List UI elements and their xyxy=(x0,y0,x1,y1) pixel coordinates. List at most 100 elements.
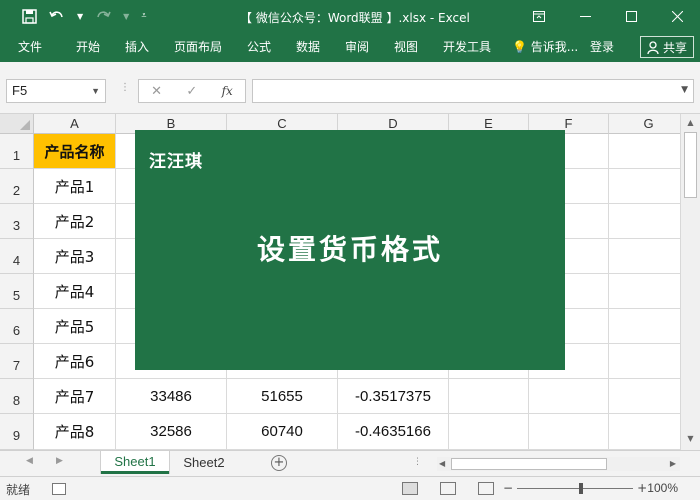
cell-f8[interactable] xyxy=(529,379,609,414)
cell-d8[interactable]: -0.3517375 xyxy=(338,379,449,414)
formula-input[interactable]: ▼ xyxy=(252,79,694,103)
zoom-knob[interactable] xyxy=(579,482,584,494)
close-icon[interactable] xyxy=(654,0,700,32)
tab-page-layout[interactable]: 页面布局 xyxy=(174,32,222,62)
row-header-8[interactable]: 8 xyxy=(0,379,34,414)
scroll-right-icon[interactable]: ▶ xyxy=(670,457,676,471)
tab-review[interactable]: 审阅 xyxy=(345,32,369,62)
column-header-g[interactable]: G xyxy=(609,114,680,134)
row-header-4[interactable]: 4 xyxy=(0,239,34,274)
sheet-tab-bar: ◀ ▶ Sheet1 Sheet2 + ⋮ ◀ ▶ xyxy=(0,450,700,476)
cell-d9[interactable]: -0.4635166 xyxy=(338,414,449,450)
cell-g3[interactable] xyxy=(609,204,680,239)
tab-developer[interactable]: 开发工具 xyxy=(443,32,491,62)
column-header-a[interactable]: A xyxy=(34,114,116,134)
formula-bar-resize-handle[interactable]: ⋮ xyxy=(120,82,130,93)
scroll-down-icon[interactable]: ▼ xyxy=(681,432,700,446)
tutorial-overlay-card: 汪汪琪 设置货币格式 xyxy=(135,130,565,370)
sheet-tab-sheet2[interactable]: Sheet2 xyxy=(171,451,237,474)
row-header-2[interactable]: 2 xyxy=(0,169,34,204)
cell-e8[interactable] xyxy=(449,379,529,414)
minimize-icon[interactable] xyxy=(562,0,608,32)
status-ready: 就绪 xyxy=(6,483,31,497)
enter-check-icon[interactable]: ✓ xyxy=(186,84,197,99)
add-sheet-icon[interactable]: + xyxy=(271,455,287,471)
redo-dropdown-icon[interactable]: ▼ xyxy=(123,7,129,25)
tab-data[interactable]: 数据 xyxy=(296,32,320,62)
ribbon-tabs: 文件 开始 插入 页面布局 公式 数据 审阅 视图 开发工具 💡 告诉我... … xyxy=(0,32,700,62)
name-box[interactable]: F5 ▼ xyxy=(6,79,106,103)
row-header-5[interactable]: 5 xyxy=(0,274,34,309)
sheet-prev-icon[interactable]: ◀ xyxy=(26,456,33,466)
cell-g6[interactable] xyxy=(609,309,680,344)
vertical-scrollbar[interactable]: ▲ ▼ xyxy=(680,114,700,450)
signin-link[interactable]: 登录 xyxy=(590,32,614,62)
zoom-track[interactable] xyxy=(517,482,634,494)
row-header-1[interactable]: 1 xyxy=(0,134,34,169)
cell-b8[interactable]: 33486 xyxy=(116,379,227,414)
sheet-tab-sheet1[interactable]: Sheet1 xyxy=(101,451,169,474)
cell-a9[interactable]: 产品8 xyxy=(34,414,116,450)
cell-a6[interactable]: 产品5 xyxy=(34,309,116,344)
tell-me-search[interactable]: 💡 告诉我... xyxy=(512,32,578,62)
cell-b9[interactable]: 32586 xyxy=(116,414,227,450)
expand-formula-bar-icon[interactable]: ▼ xyxy=(681,85,688,95)
cell-g5[interactable] xyxy=(609,274,680,309)
sheet-next-icon[interactable]: ▶ xyxy=(56,456,63,466)
cell-g2[interactable] xyxy=(609,169,680,204)
horizontal-scrollbar[interactable]: ◀ ▶ xyxy=(437,457,680,471)
cell-c9[interactable]: 60740 xyxy=(227,414,338,450)
ribbon-display-options-icon[interactable] xyxy=(516,0,562,32)
tab-file[interactable]: 文件 xyxy=(18,32,42,62)
cell-a5[interactable]: 产品4 xyxy=(34,274,116,309)
cell-g4[interactable] xyxy=(609,239,680,274)
scroll-up-icon[interactable]: ▲ xyxy=(681,116,700,130)
undo-dropdown-icon[interactable]: ▼ xyxy=(77,7,83,25)
cell-a4[interactable]: 产品3 xyxy=(34,239,116,274)
zoom-slider[interactable]: − + xyxy=(503,481,647,495)
zoom-level[interactable]: 100% xyxy=(647,481,678,495)
row-header-7[interactable]: 7 xyxy=(0,344,34,379)
macro-record-icon[interactable] xyxy=(52,483,66,495)
row-header-9[interactable]: 9 xyxy=(0,414,34,450)
quick-access-toolbar: ▼ ▼ ⩡ xyxy=(22,7,146,25)
page-layout-view-icon[interactable] xyxy=(440,482,456,495)
cell-a7[interactable]: 产品6 xyxy=(34,344,116,379)
select-all-corner[interactable] xyxy=(0,114,34,134)
name-box-dropdown-icon[interactable]: ▼ xyxy=(91,80,100,102)
customize-quick-access-icon[interactable]: ⩡ xyxy=(141,7,146,25)
restore-icon[interactable] xyxy=(608,0,654,32)
cell-a8[interactable]: 产品7 xyxy=(34,379,116,414)
tab-split-handle-icon[interactable]: ⋮ xyxy=(413,457,422,467)
share-button[interactable]: 共享 xyxy=(639,36,694,58)
insert-function-button[interactable]: fx xyxy=(222,84,233,98)
cell-a1[interactable]: 产品名称 xyxy=(34,134,116,169)
cell-g8[interactable] xyxy=(609,379,680,414)
zoom-in-icon[interactable]: + xyxy=(637,481,647,495)
cell-f9[interactable] xyxy=(529,414,609,450)
cell-c8[interactable]: 51655 xyxy=(227,379,338,414)
row-header-6[interactable]: 6 xyxy=(0,309,34,344)
vertical-scroll-thumb[interactable] xyxy=(684,132,697,198)
tab-view[interactable]: 视图 xyxy=(394,32,418,62)
cancel-icon[interactable]: ✕ xyxy=(151,84,162,99)
cell-a2[interactable]: 产品1 xyxy=(34,169,116,204)
person-icon xyxy=(647,40,659,54)
scroll-left-icon[interactable]: ◀ xyxy=(439,457,445,471)
tab-insert[interactable]: 插入 xyxy=(125,32,149,62)
horizontal-scroll-thumb[interactable] xyxy=(451,458,607,470)
row-header-3[interactable]: 3 xyxy=(0,204,34,239)
page-break-preview-icon[interactable] xyxy=(478,482,494,495)
tab-home[interactable]: 开始 xyxy=(76,32,100,62)
cell-g9[interactable] xyxy=(609,414,680,450)
undo-icon[interactable] xyxy=(49,7,65,25)
zoom-out-icon[interactable]: − xyxy=(503,481,513,495)
normal-view-icon[interactable] xyxy=(402,482,418,495)
redo-icon[interactable] xyxy=(95,7,111,25)
save-icon[interactable] xyxy=(22,7,37,25)
cell-e9[interactable] xyxy=(449,414,529,450)
cell-a3[interactable]: 产品2 xyxy=(34,204,116,239)
cell-g1[interactable] xyxy=(609,134,680,169)
tab-formulas[interactable]: 公式 xyxy=(247,32,271,62)
cell-g7[interactable] xyxy=(609,344,680,379)
